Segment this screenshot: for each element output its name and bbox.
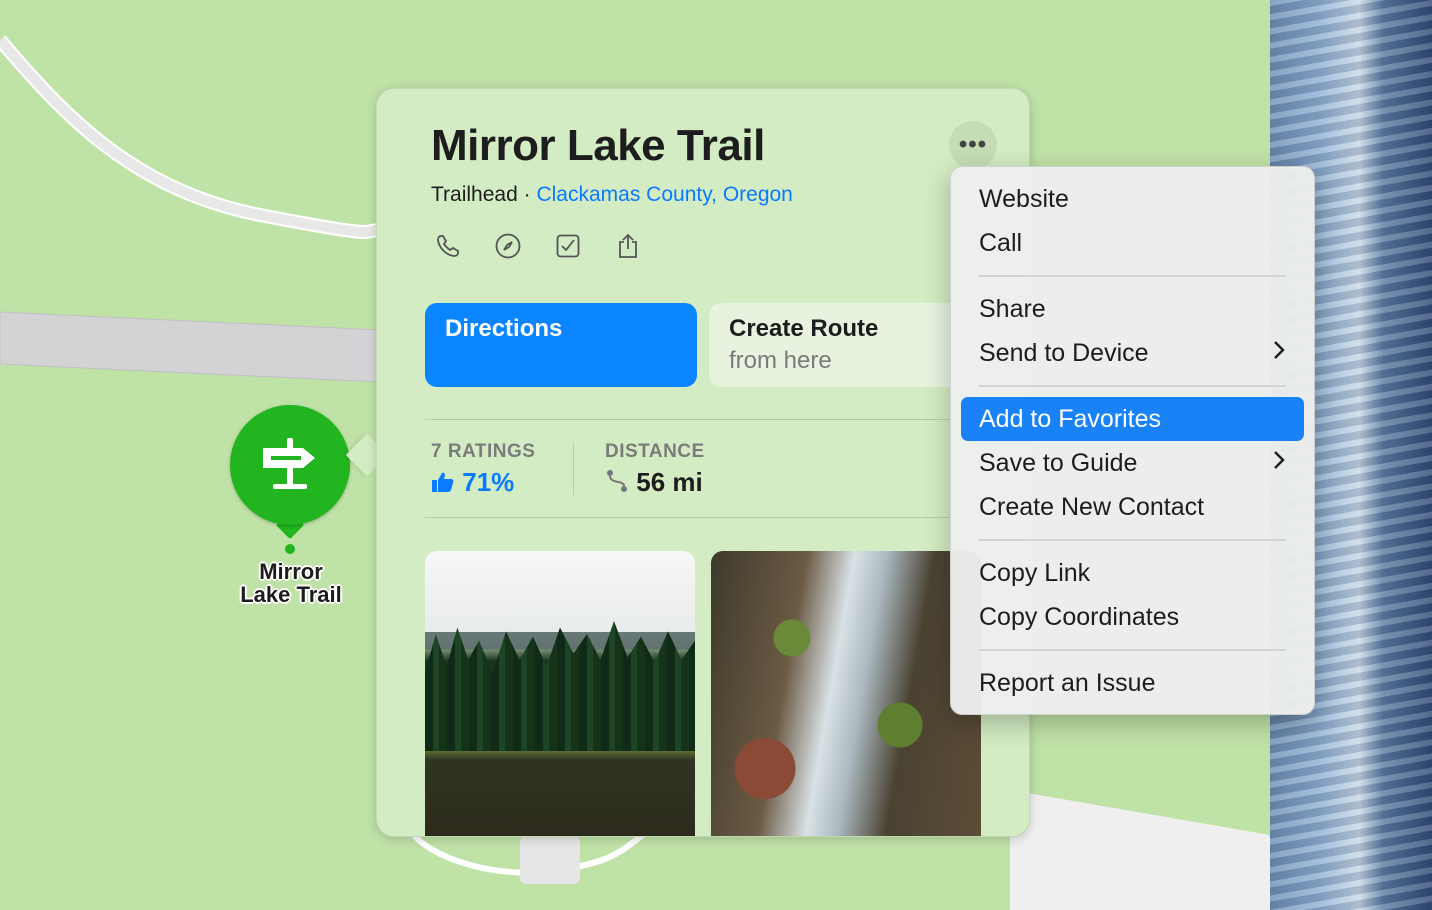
menu-item-send-to-device[interactable]: Send to Device [961, 331, 1304, 375]
photo-creek[interactable] [711, 551, 981, 836]
context-menu: Website Call Share Send to Device Add to… [950, 166, 1315, 715]
phone-icon[interactable] [433, 231, 463, 261]
menu-separator [979, 649, 1286, 651]
checkbox-icon[interactable] [553, 231, 583, 261]
ratings-value[interactable]: 71% [431, 467, 514, 498]
chevron-right-icon [1272, 449, 1286, 478]
place-title: Mirror Lake Trail [431, 121, 765, 170]
directions-button[interactable]: Directions [425, 303, 697, 387]
create-route-button[interactable]: Create Route from here [709, 303, 981, 387]
thumbs-up-icon [431, 467, 462, 497]
menu-item-call[interactable]: Call [961, 221, 1304, 265]
share-icon[interactable] [613, 231, 643, 261]
menu-item-share[interactable]: Share [961, 287, 1304, 331]
location-link[interactable]: Clackamas County, Oregon [536, 183, 792, 206]
menu-item-website[interactable]: Website [961, 177, 1304, 221]
photo-lake[interactable] [425, 551, 695, 836]
menu-item-report-an-issue[interactable]: Report an Issue [961, 661, 1304, 705]
menu-item-add-to-favorites[interactable]: Add to Favorites [961, 397, 1304, 441]
more-options-button[interactable]: ••• [949, 121, 997, 169]
map-pin[interactable] [230, 405, 350, 565]
place-card: Mirror Lake Trail Trailhead · Clackamas … [376, 88, 1030, 837]
chevron-right-icon [1272, 339, 1286, 368]
trail-sign-icon [257, 430, 323, 501]
compass-icon[interactable] [493, 231, 523, 261]
map-pin-label: Mirror Lake Trail [240, 559, 342, 607]
menu-separator [979, 539, 1286, 541]
menu-item-copy-coordinates[interactable]: Copy Coordinates [961, 595, 1304, 639]
distance-value: 56 mi [605, 467, 703, 498]
menu-item-save-to-guide[interactable]: Save to Guide [961, 441, 1304, 485]
distance-label: DISTANCE [605, 441, 705, 462]
quick-actions [433, 231, 643, 261]
menu-item-copy-link[interactable]: Copy Link [961, 551, 1304, 595]
menu-separator [979, 385, 1286, 387]
menu-item-create-new-contact[interactable]: Create New Contact [961, 485, 1304, 529]
route-icon [605, 467, 636, 497]
menu-separator [979, 275, 1286, 277]
place-subtitle: Trailhead · Clackamas County, Oregon [431, 183, 793, 206]
ratings-label: 7 RATINGS [431, 441, 536, 462]
